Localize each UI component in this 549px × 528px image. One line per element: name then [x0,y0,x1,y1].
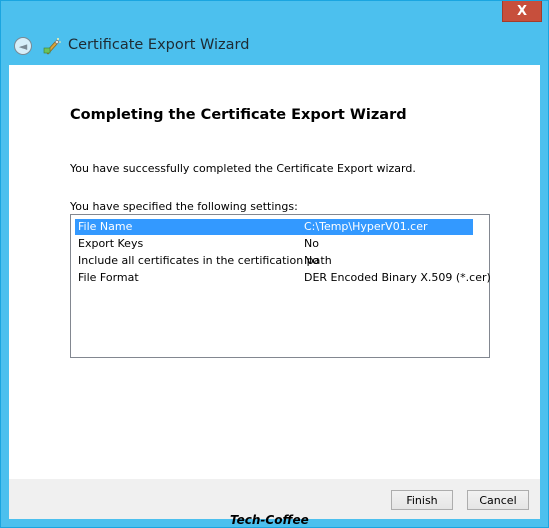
settings-label: You have specified the following setting… [70,200,298,213]
back-button[interactable]: ◄ [14,37,32,55]
setting-value: DER Encoded Binary X.509 (*.cer) [304,271,491,284]
cancel-button[interactable]: Cancel [467,490,529,510]
settings-row-file-format[interactable]: File Format DER Encoded Binary X.509 (*.… [75,270,491,286]
setting-value: No [304,254,319,267]
setting-key: File Name [78,220,133,233]
close-icon: X [516,3,528,19]
window-title: Certificate Export Wizard [68,37,250,53]
success-message: You have successfully completed the Cert… [70,162,416,175]
page-heading: Completing the Certificate Export Wizard [70,107,407,123]
certificate-wizard-icon [43,38,61,55]
settings-list[interactable]: File Name C:\Temp\HyperV01.cer Export Ke… [70,214,491,358]
setting-key: Include all certificates in the certific… [78,254,332,267]
setting-key: Export Keys [78,237,144,250]
settings-row-file-name[interactable]: File Name C:\Temp\HyperV01.cer [75,219,473,235]
close-button[interactable]: X [502,1,542,22]
wizard-window: X ◄ Certificate Export Wizard Completing… [0,0,549,528]
setting-value: No [304,237,319,250]
settings-row-include-certs[interactable]: Include all certificates in the certific… [75,253,473,269]
setting-key: File Format [78,271,139,284]
finish-button[interactable]: Finish [391,490,453,510]
setting-value: C:\Temp\HyperV01.cer [304,220,428,233]
wizard-content: Completing the Certificate Export Wizard… [9,65,540,479]
settings-row-export-keys[interactable]: Export Keys No [75,236,473,252]
back-arrow-icon: ◄ [18,39,28,53]
watermark-text: Tech-Coffee [230,513,309,527]
title-bar: X ◄ Certificate Export Wizard [1,1,548,65]
